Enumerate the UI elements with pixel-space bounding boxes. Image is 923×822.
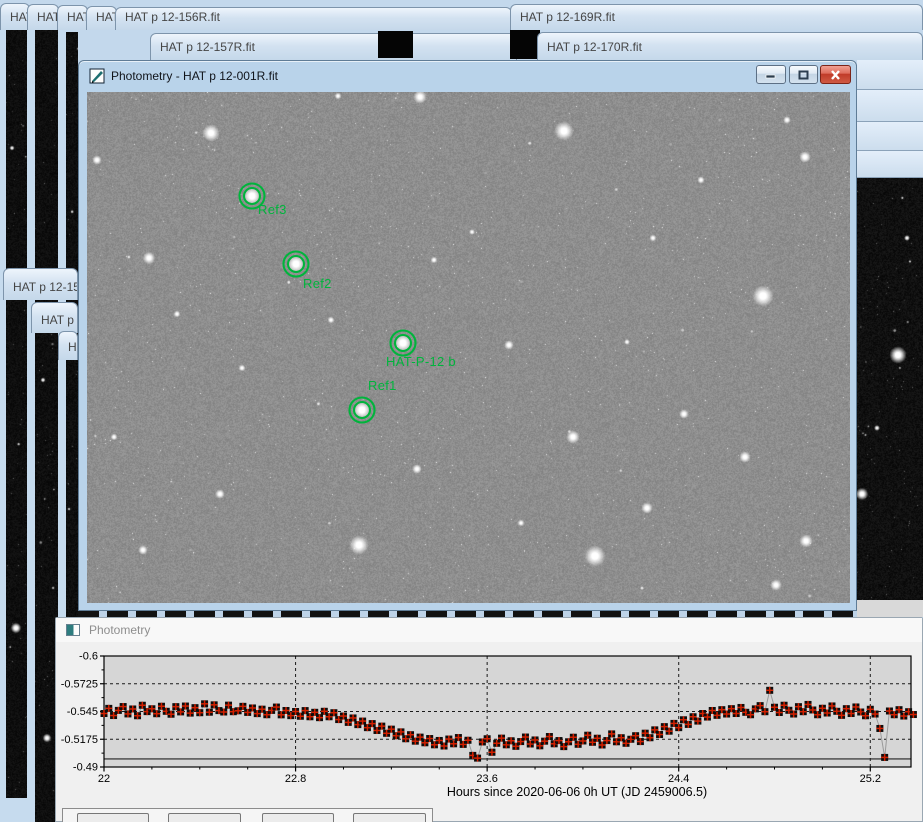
- y-tick-label: -0.5175: [61, 734, 98, 746]
- desktop: HAT HAT HAT HAT HAT p 12-156R.fit HAT p …: [0, 0, 923, 822]
- y-tick-label: -0.545: [67, 706, 98, 718]
- x-tick-label: 22: [98, 773, 110, 785]
- bg-window-title: HAT: [87, 10, 117, 30]
- bg-window-title: HAT p 12-15: [4, 280, 78, 300]
- aperture-label: Ref3: [258, 202, 287, 217]
- y-tick-label: -0.6: [79, 651, 98, 663]
- bg-window-title: HAT: [1, 10, 30, 30]
- toolbar-button-2[interactable]: [168, 813, 241, 822]
- bg-window-title: HAT p 12-157R.fit: [151, 40, 255, 60]
- photometry-window-icon: [89, 68, 105, 84]
- bg-window-title: HAT p 12-170R.fit: [538, 40, 642, 60]
- bg-window-titlebar-left-c[interactable]: H: [58, 331, 78, 360]
- bg-window-border: [0, 798, 27, 822]
- toolbar-button-4[interactable]: [353, 813, 426, 822]
- bg-window-titlebar-170R[interactable]: HAT p 12-170R.fit: [537, 32, 923, 60]
- plot-window-icon: [66, 624, 80, 636]
- close-icon: [830, 70, 841, 80]
- maximize-button[interactable]: [789, 65, 818, 84]
- minimize-button[interactable]: [756, 65, 786, 84]
- y-tick-label: -0.5725: [61, 678, 98, 690]
- aperture-circle: [354, 402, 370, 418]
- bg-window-title: H: [59, 340, 77, 360]
- toolbar-button-3[interactable]: [262, 813, 334, 822]
- bg-star-image-right[interactable]: [857, 178, 923, 600]
- toolbar-button-1[interactable]: [77, 813, 149, 822]
- aperture-circle: [395, 335, 411, 351]
- close-button[interactable]: [820, 65, 851, 84]
- plot-window-title: Photometry: [89, 623, 150, 637]
- bg-star-image-fragment[interactable]: [378, 31, 413, 58]
- bg-window-titlebar-169R[interactable]: HAT p 12-169R.fit: [510, 4, 923, 30]
- x-axis-title: Hours since 2020-06-06 0h UT (JD 2459006…: [447, 785, 707, 799]
- aperture-circle: [288, 256, 304, 272]
- aperture-label: HAT-P-12 b: [386, 354, 456, 369]
- photometry-plot-window[interactable]: Photometry -0.6 -0.5725 -0.545 -0.5175 -0.49…: [55, 617, 923, 822]
- bg-window-border: [27, 26, 35, 822]
- bg-window-title: HAT: [58, 10, 88, 30]
- bg-window-titlebar[interactable]: HAT: [86, 6, 117, 30]
- star-field-image[interactable]: Ref3 Ref2 HAT-P-12 b Ref1: [87, 92, 850, 603]
- bg-window-title: HAT: [28, 10, 59, 30]
- bg-window-title: HAT p: [32, 313, 74, 333]
- bg-window-titlebar-edge[interactable]: [857, 151, 923, 178]
- bg-window-titlebar-left-b[interactable]: HAT p: [31, 302, 78, 333]
- x-tick-label: 25.2: [860, 773, 881, 785]
- bg-window-titlebar-156R[interactable]: HAT p 12-156R.fit: [115, 7, 512, 30]
- x-tick-label: 24.4: [668, 773, 689, 785]
- bg-star-image-column[interactable]: [6, 28, 27, 798]
- light-curve-chart[interactable]: -0.6 -0.5725 -0.545 -0.5175 -0.4922 22.8 23.6 2…: [57, 642, 923, 822]
- window-title: Photometry - HAT p 12-001R.fit: [111, 69, 278, 83]
- photometry-image-window[interactable]: Photometry - HAT p 12-001R.fit Ref3 Ref2 H…: [78, 60, 857, 611]
- aperture-label: Ref1: [368, 378, 397, 393]
- aperture-label: Ref2: [303, 276, 332, 291]
- x-tick-label: 22.8: [285, 773, 306, 785]
- bg-window-edge: [857, 600, 923, 617]
- x-tick-label: 23.6: [476, 773, 497, 785]
- bg-window-titlebar-left-a[interactable]: HAT p 12-15: [3, 268, 78, 300]
- maximize-icon: [798, 70, 809, 80]
- bg-window-titlebar[interactable]: HAT: [27, 4, 59, 30]
- bg-window-titlebar[interactable]: HAT: [57, 5, 88, 30]
- bg-window-titlebar-edge[interactable]: [857, 90, 923, 122]
- bg-window-title: HAT p 12-156R.fit: [116, 10, 220, 30]
- minimize-icon: [765, 70, 777, 79]
- bg-window-titlebar-edge[interactable]: [857, 60, 923, 90]
- aperture-annotations: [87, 92, 850, 603]
- bg-window-title: HAT p 12-169R.fit: [511, 10, 615, 30]
- bg-window-titlebar[interactable]: HAT: [0, 3, 30, 30]
- bg-window-titlebar-157R[interactable]: HAT p 12-157R.fit: [150, 33, 517, 60]
- plot-window-titlebar[interactable]: Photometry: [56, 618, 922, 642]
- window-titlebar[interactable]: Photometry - HAT p 12-001R.fit: [79, 61, 856, 91]
- bg-star-image-fragment[interactable]: [510, 30, 540, 59]
- bg-window-titlebar-edge[interactable]: [857, 122, 923, 151]
- y-tick-label: -0.49: [73, 762, 98, 774]
